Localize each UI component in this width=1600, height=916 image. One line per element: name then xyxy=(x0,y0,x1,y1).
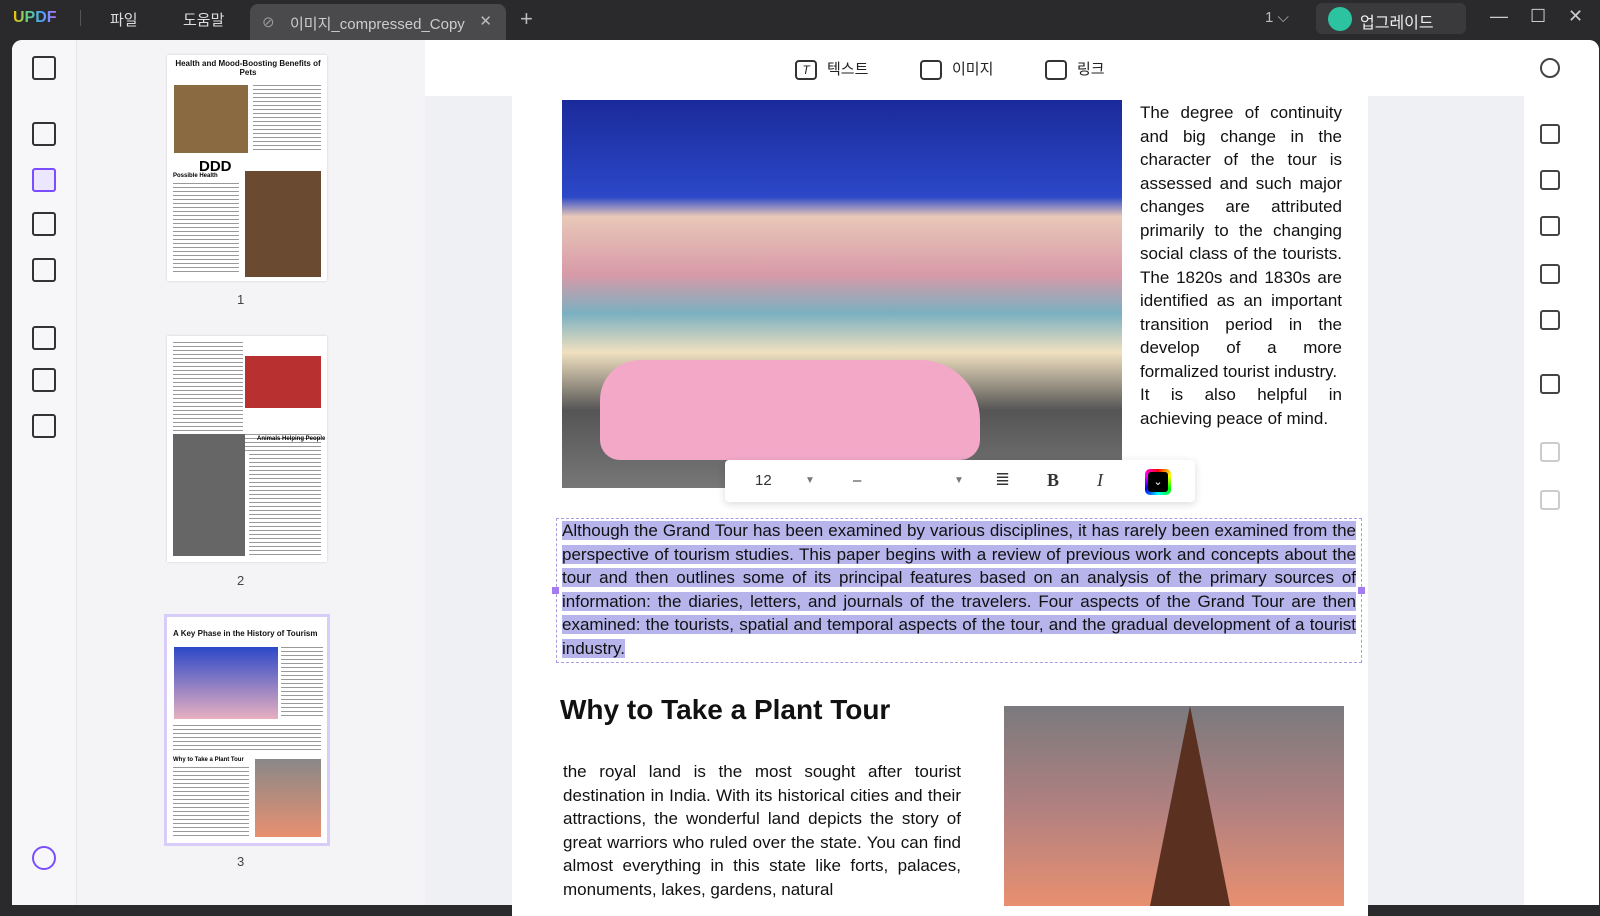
share-icon[interactable] xyxy=(1540,264,1560,284)
new-tab-button[interactable]: + xyxy=(520,6,533,32)
text-format-toolbar: 12 ▼ – ▼ ≣ B I ⌄ xyxy=(725,460,1195,502)
link-label: 링크 xyxy=(1077,61,1105,78)
edit-pdf-icon[interactable] xyxy=(32,168,56,192)
tab-title: 이미지_compressed_Copy xyxy=(290,16,465,33)
cat-image xyxy=(173,434,245,556)
page-number-1: 1 xyxy=(237,292,245,307)
chevron-down-icon[interactable]: ▼ xyxy=(805,475,815,486)
selected-text: Although the Grand Tour has been examine… xyxy=(562,521,1356,658)
menu-help[interactable]: 도움말 xyxy=(183,9,224,30)
resize-handle[interactable] xyxy=(552,587,559,594)
close-window-button[interactable]: ✕ xyxy=(1568,6,1583,27)
divider xyxy=(80,10,81,26)
minimize-button[interactable]: — xyxy=(1490,6,1508,27)
edit-icon: ⊘ xyxy=(262,14,275,31)
updf-logo: UPDF xyxy=(13,9,57,26)
text-lines xyxy=(173,183,239,275)
italic-button[interactable]: I xyxy=(1097,470,1103,491)
align-icon[interactable]: ≣ xyxy=(995,469,1010,490)
page-number-3: 3 xyxy=(237,854,245,869)
dog-image xyxy=(245,171,321,277)
menu-file[interactable]: 파일 xyxy=(110,9,138,30)
image-label: 이미지 xyxy=(952,61,994,78)
save-icon[interactable] xyxy=(1540,374,1560,394)
paragraph-text: It is also helpful in achieving peace of… xyxy=(1140,385,1342,428)
protect-icon[interactable] xyxy=(1540,216,1560,236)
right-tool-rail xyxy=(1524,40,1599,905)
paragraph-text: The degree of continuity and big change … xyxy=(1140,103,1342,381)
page-thumbnail-3[interactable]: A Key Phase in the History of Tourism Wh… xyxy=(164,614,330,846)
link-icon xyxy=(1045,60,1067,81)
image-icon xyxy=(920,60,942,81)
search-icon[interactable] xyxy=(1540,58,1560,78)
thumbnail-panel: Health and Mood-Boosting Benefits of Pet… xyxy=(77,40,425,905)
section-heading[interactable]: Why to Take a Plant Tour xyxy=(560,694,890,726)
thumb-subtitle: Possible Health xyxy=(173,173,218,179)
title-bar: UPDF 파일 도움말 ⊘ 이미지_compressed_Copy ✕ + 1 … xyxy=(0,0,1600,40)
selected-paragraph[interactable]: Although the Grand Tour has been examine… xyxy=(562,519,1356,660)
thumb-title: Health and Mood-Boosting Benefits of Pet… xyxy=(175,59,321,77)
text-label: 텍스트 xyxy=(827,61,869,78)
thumb-subtitle: Animals Helping People xyxy=(257,436,326,442)
text-lines xyxy=(281,647,323,719)
color-picker[interactable]: ⌄ xyxy=(1145,469,1171,495)
thumb-subtitle: Why to Take a Plant Tour xyxy=(173,757,244,763)
add-link-button[interactable]: 링크 xyxy=(1045,58,1105,81)
text-icon: T xyxy=(795,60,817,81)
paragraph[interactable]: The degree of continuity and big change … xyxy=(1140,101,1342,430)
page-selector[interactable]: 1 ⌵ xyxy=(1265,9,1289,26)
document-tab[interactable]: ⊘ 이미지_compressed_Copy ✕ xyxy=(250,4,506,40)
resize-handle[interactable] xyxy=(1358,587,1365,594)
text-lines xyxy=(173,767,249,837)
pink-car xyxy=(600,360,980,460)
reader-icon[interactable] xyxy=(32,56,56,80)
form-icon[interactable] xyxy=(32,212,56,236)
ocr-tool-icon[interactable] xyxy=(32,258,56,282)
close-tab-icon[interactable]: ✕ xyxy=(479,12,492,30)
watermark-icon[interactable] xyxy=(32,414,56,438)
text-lines xyxy=(249,446,321,556)
chevron-down-icon: ⌄ xyxy=(1148,472,1168,492)
thumb-title: A Key Phase in the History of Tourism xyxy=(173,629,318,638)
crop-icon[interactable] xyxy=(32,368,56,392)
bold-button[interactable]: B xyxy=(1047,470,1059,491)
dog-image xyxy=(245,356,321,408)
left-tool-rail xyxy=(12,40,77,905)
page-thumbnail-2[interactable]: Animals Helping People xyxy=(167,336,327,562)
redo-icon[interactable] xyxy=(1540,490,1560,510)
add-text-button[interactable]: T 텍스트 xyxy=(795,58,869,81)
maximize-button[interactable]: ☐ xyxy=(1530,6,1546,27)
layers-icon[interactable] xyxy=(32,846,56,870)
text-lines xyxy=(173,725,321,751)
organize-pages-icon[interactable] xyxy=(32,326,56,350)
upgrade-label: 업그레이드 xyxy=(1360,15,1434,32)
car-image xyxy=(174,647,278,719)
cat-image xyxy=(174,85,248,153)
undo-icon[interactable] xyxy=(1540,442,1560,462)
comment-icon[interactable] xyxy=(32,122,56,146)
ocr-icon[interactable] xyxy=(1540,124,1560,144)
upgrade-button[interactable]: 업그레이드 xyxy=(1316,3,1466,34)
eiffel-tower-shape xyxy=(1150,706,1230,906)
avatar xyxy=(1328,7,1352,31)
page-number: 1 xyxy=(1265,9,1274,26)
convert-icon[interactable] xyxy=(1540,170,1560,190)
font-family-select[interactable]: – xyxy=(853,472,861,489)
email-icon[interactable] xyxy=(1540,310,1560,330)
text-lines xyxy=(253,85,321,153)
chevron-down-icon[interactable]: ▼ xyxy=(954,475,964,486)
font-size-select[interactable]: 12 xyxy=(755,472,772,489)
edit-toolbar: T 텍스트 이미지 링크 xyxy=(425,40,1525,96)
text-lines xyxy=(173,342,243,432)
page-number-2: 2 xyxy=(237,573,245,588)
eiffel-image xyxy=(255,759,321,837)
page-thumbnail-1[interactable]: Health and Mood-Boosting Benefits of Pet… xyxy=(167,55,327,281)
add-image-button[interactable]: 이미지 xyxy=(920,58,994,81)
paragraph[interactable]: the royal land is the most sought after … xyxy=(563,760,961,901)
